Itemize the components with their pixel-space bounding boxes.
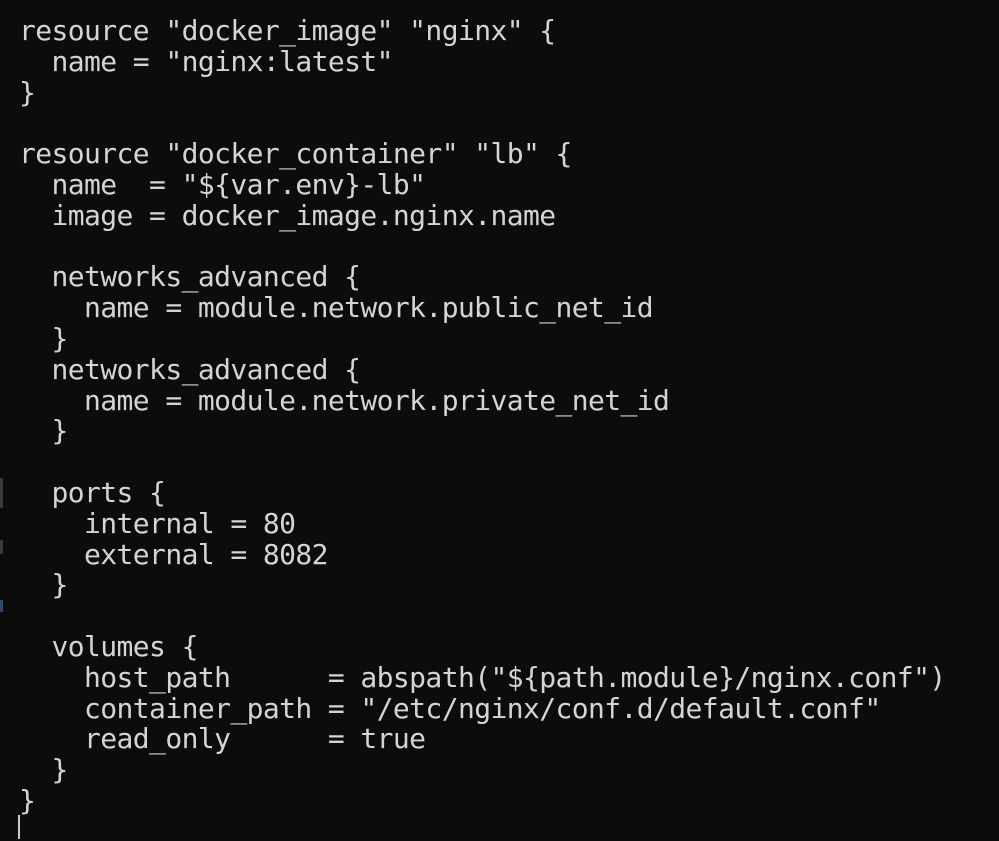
- code-line: name = module.network.private_net_id: [19, 383, 670, 417]
- code-line: name = "nginx:latest": [19, 44, 394, 78]
- code-line: external = 8082: [19, 537, 328, 571]
- code-line: name = "${var.env}-lb": [19, 167, 427, 201]
- scroll-edge-mark: [0, 540, 3, 554]
- code-line: }: [19, 783, 36, 817]
- code-line: }: [19, 753, 69, 787]
- code-line: networks_advanced {: [19, 260, 362, 294]
- code-line: resource "docker_image" "nginx" {: [19, 14, 556, 47]
- code-line: internal = 80: [19, 506, 296, 540]
- code-line: networks_advanced {: [19, 352, 362, 386]
- code-line: resource "docker_container" "lb" {: [19, 137, 572, 171]
- code-line: image = docker_image.nginx.name: [19, 198, 557, 232]
- code-line: }: [19, 414, 69, 448]
- code-line: }: [19, 75, 36, 109]
- code-line: container_path = "/etc/nginx/conf.d/defa…: [19, 691, 881, 725]
- scroll-edge-mark: [0, 600, 3, 612]
- terminal-window[interactable]: resource "docker_image" "nginx" { name =…: [0, 0, 999, 841]
- code-line: read_only = true: [19, 722, 426, 756]
- code-line: volumes {: [19, 629, 199, 663]
- code-line: ports {: [19, 475, 166, 509]
- code-line: }: [19, 568, 69, 602]
- terraform-code: resource "docker_image" "nginx" { name =…: [19, 14, 946, 817]
- scroll-edge-mark: [0, 478, 3, 508]
- code-line: host_path = abspath("${path.module}/ngin…: [19, 660, 946, 694]
- code-line: }: [19, 321, 69, 355]
- code-line: name = module.network.public_net_id: [19, 291, 654, 325]
- text-cursor: [18, 815, 20, 839]
